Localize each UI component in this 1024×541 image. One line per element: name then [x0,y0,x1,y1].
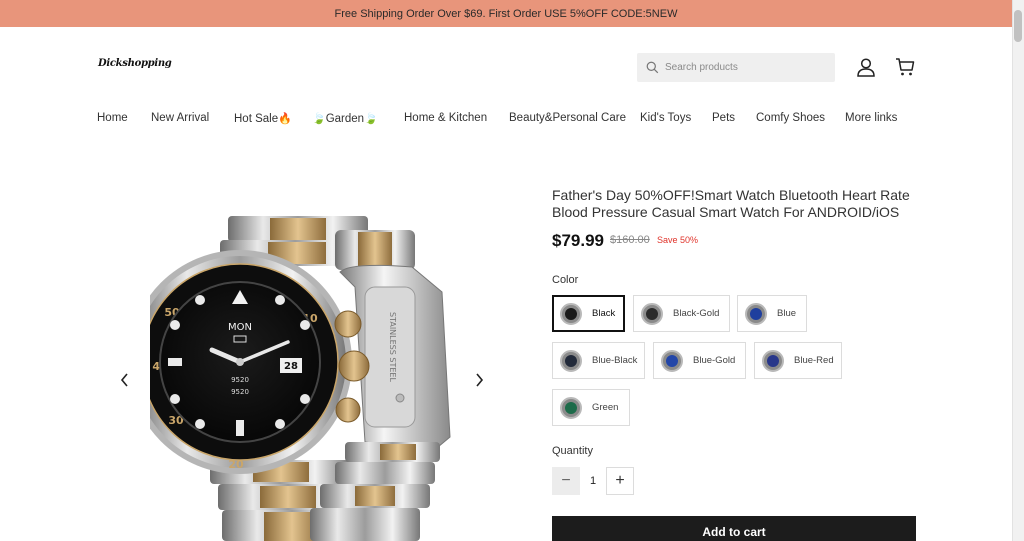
color-option-label: Blue-Gold [693,355,736,366]
color-label: Color [552,274,579,286]
page-scrollbar[interactable] [1012,0,1024,541]
color-option-blue[interactable]: Blue [737,295,807,332]
product-title: Father's Day 50%OFF!Smart Watch Bluetoot… [552,187,910,220]
user-icon [857,58,875,77]
color-option-label: Black-Gold [673,308,720,319]
swatch-dial [565,401,577,414]
nav-more-links[interactable]: More links [845,112,897,124]
nav-pets[interactable]: Pets [712,112,735,124]
swatch-dial [565,354,577,367]
color-option-blue-gold[interactable]: Blue-Gold [653,342,746,379]
chevron-right-icon [476,373,484,387]
leaf-icon: 🍃 [312,113,326,125]
nav-hot-sale[interactable]: Hot Sale🔥 [234,112,292,125]
product-image: STAINLESS STEEL 50 40 30 20 10 [150,212,460,541]
search-bar[interactable] [637,53,835,82]
search-input[interactable] [665,62,825,73]
color-option-label: Blue-Black [592,355,638,366]
dial-date: 28 [284,361,298,372]
color-option-label: Blue-Red [794,355,834,366]
swatch-thumbnail [745,302,767,325]
swatch-thumbnail [560,396,582,419]
svg-text:20: 20 [228,458,244,471]
swatch-dial [750,307,762,320]
color-option-label: Green [592,402,619,413]
fire-icon: 🔥 [278,113,292,125]
swatch-thumbnail [762,349,784,372]
swatch-thumbnail [661,349,683,372]
color-option-label: Black [592,308,616,319]
product-price: $79.99 [552,231,604,250]
color-option-black-gold[interactable]: Black-Gold [633,295,730,332]
chevron-left-icon [120,373,128,387]
swatch-thumbnail [641,302,663,325]
quantity-label: Quantity [552,445,593,457]
nav-garden[interactable]: 🍃Garden🍃 [312,112,378,125]
color-option-blue-red[interactable]: Blue-Red [754,342,842,379]
swatch-dial [565,307,577,320]
cart-button[interactable] [894,56,916,78]
swatch-thumbnail [560,302,582,325]
gallery-prev-button[interactable] [116,371,134,389]
watch-illustration: STAINLESS STEEL 50 40 30 20 10 [150,216,451,541]
nav-beauty[interactable]: Beauty&Personal Care [509,112,626,124]
save-badge: Save 50% [657,235,699,245]
announcement-text: Free Shipping Order Over $69. First Orde… [334,7,678,20]
search-icon [646,61,659,74]
swatch-thumbnail [560,349,582,372]
quantity-input[interactable]: 1 [580,467,606,495]
color-option-black[interactable]: Black [552,295,625,332]
leaf-icon: 🍃 [364,113,378,125]
color-option-green[interactable]: Green [552,389,630,426]
bracelet-engraving: STAINLESS STEEL [388,312,397,382]
nav-home[interactable]: Home [97,112,128,124]
scrollbar-thumb[interactable] [1014,10,1022,42]
swatch-dial [767,354,779,367]
color-option-label: Blue [777,308,797,319]
add-to-cart-button[interactable]: Add to cart [552,516,916,541]
compare-price: $160.00 [610,234,650,246]
quantity-increase-button[interactable]: + [606,467,634,495]
swatch-dial [646,307,658,320]
announcement-bar: Free Shipping Order Over $69. First Orde… [0,0,1012,27]
cart-icon [896,58,915,76]
nav-new-arrival[interactable]: New Arrival [151,112,209,124]
nav-comfy-shoes[interactable]: Comfy Shoes [756,112,825,124]
color-option-blue-black[interactable]: Blue-Black [552,342,645,379]
account-button[interactable] [855,56,877,78]
swatch-dial [666,354,678,367]
main-nav: Home New Arrival Hot Sale🔥 🍃Garden🍃 Home… [0,112,1012,130]
site-logo[interactable]: Dickshopping [98,58,172,69]
dial-day: MON [228,322,252,333]
dial-heart: 9520 [231,388,249,396]
quantity-decrease-button[interactable]: − [552,467,580,495]
nav-kids-toys[interactable]: Kid's Toys [640,112,691,124]
dial-steps: 9520 [231,376,249,384]
gallery-next-button[interactable] [470,371,488,389]
nav-home-kitchen[interactable]: Home & Kitchen [404,112,487,124]
